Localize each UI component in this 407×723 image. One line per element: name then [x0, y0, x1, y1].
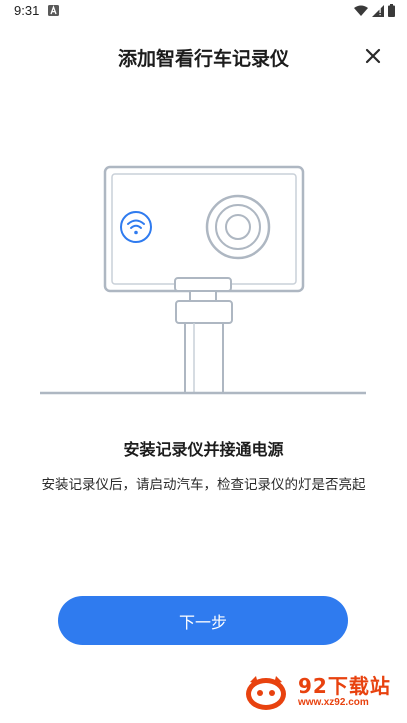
watermark: 92下载站 www.xz92.com [244, 668, 404, 716]
step-title: 安装记录仪并接通电源 [123, 440, 284, 459]
signal-icon [372, 4, 384, 17]
lens-icon [205, 194, 271, 260]
status-time: 9:31 [14, 3, 40, 18]
wifi-icon [354, 5, 368, 16]
dashcam-illustration [40, 165, 366, 395]
a-box-icon [48, 5, 59, 16]
status-bar: 9:31 [0, 0, 407, 24]
page-title: 添加智看行车记录仪 [117, 48, 289, 70]
watermark-url: www.xz92.com [298, 697, 369, 708]
wifi-indicator-icon [120, 211, 152, 243]
step-description: 安装记录仪后，请启动汽车，检查记录仪的灯是否亮起 [41, 477, 366, 493]
battery-icon [388, 4, 395, 17]
watermark-logo [246, 676, 286, 710]
header: 添加智看行车记录仪 [0, 36, 407, 76]
status-icons [354, 4, 395, 17]
next-button[interactable]: 下一步 [58, 596, 348, 645]
watermark-name: 92下载站 [298, 674, 391, 698]
mount-pole-icon [174, 277, 233, 394]
close-icon[interactable] [361, 44, 385, 68]
